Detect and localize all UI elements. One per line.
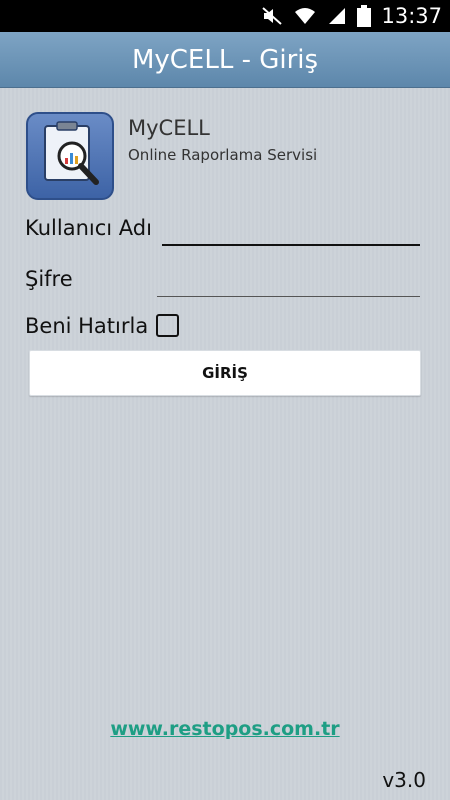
remember-me-checkbox[interactable] — [156, 314, 179, 337]
app-subtitle: Online Raporlama Servisi — [128, 146, 318, 164]
username-field[interactable] — [162, 212, 420, 244]
page-title: MyCELL - Giriş — [131, 44, 319, 75]
title-bar: MyCELL - Giriş — [0, 32, 450, 88]
clock: 13:37 — [381, 4, 442, 28]
username-underline — [162, 244, 420, 246]
signal-icon — [327, 6, 347, 26]
status-bar: 13:37 — [0, 0, 450, 32]
password-label: Şifre — [25, 267, 73, 291]
login-button[interactable]: GİRİŞ — [29, 350, 421, 396]
remember-me-label: Beni Hatırla — [25, 314, 149, 338]
website-link[interactable]: www.restopos.com.tr — [0, 718, 450, 740]
login-form-area: MyCELL Online Raporlama Servisi Kullanıc… — [0, 88, 450, 800]
password-underline — [157, 296, 420, 297]
battery-icon — [357, 5, 372, 27]
wifi-icon — [293, 6, 317, 26]
mute-icon — [261, 6, 283, 26]
app-name: MyCELL — [128, 116, 210, 140]
version-label: v3.0 — [382, 768, 426, 792]
password-field[interactable] — [157, 264, 420, 296]
app-logo-icon — [26, 112, 114, 200]
username-label: Kullanıcı Adı — [25, 216, 152, 240]
